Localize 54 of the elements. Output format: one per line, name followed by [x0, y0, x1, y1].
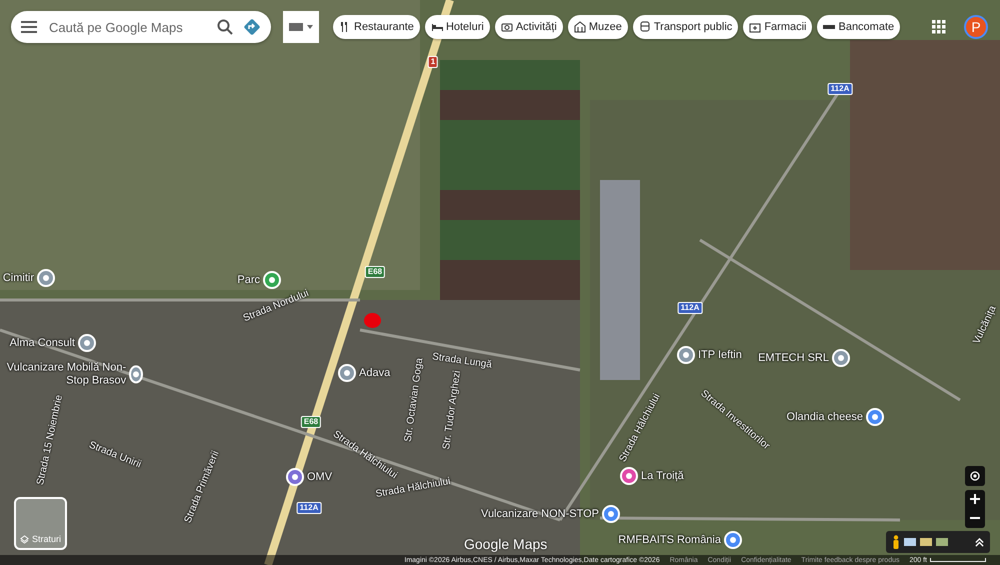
place-label[interactable]: RMFBAITS România	[618, 534, 721, 546]
place-label[interactable]: Olandia cheese	[786, 410, 863, 424]
pharmacy-icon	[749, 21, 762, 33]
plus-icon	[970, 494, 980, 504]
street-label: Strada Lungă	[432, 351, 492, 371]
place-label[interactable]: EMTECH SRL	[758, 352, 829, 364]
place-label[interactable]: Cimitir	[2, 272, 34, 284]
street-label: Strada Unirii	[87, 440, 143, 470]
category-chip[interactable]: Transport public	[632, 15, 738, 39]
camera-icon	[500, 21, 513, 33]
menu-icon[interactable]	[21, 21, 37, 33]
place-label[interactable]: Vulcanizare NON-STOP	[481, 508, 599, 520]
museum-icon	[574, 21, 586, 33]
expand-icon[interactable]	[975, 538, 984, 546]
place-label[interactable]: Alma Consult	[10, 336, 75, 350]
pegman-icon[interactable]	[892, 535, 900, 549]
layers-label: Straturi	[32, 534, 61, 544]
map-thumbnail[interactable]	[936, 538, 948, 546]
street-label: Str. Tudor Arghezi	[441, 370, 463, 450]
place-label[interactable]: OMV	[307, 470, 332, 484]
street-label: Str. Octavian Goga	[402, 357, 426, 443]
search-icon[interactable]	[217, 19, 233, 35]
route-shield: E68	[364, 266, 386, 278]
category-chip[interactable]: Activități	[494, 15, 563, 39]
locate-icon	[969, 470, 981, 482]
map-thumbnail[interactable]	[904, 538, 916, 546]
place-label[interactable]: Vulcanizare Mobilă Non-Stop Brasov	[0, 361, 126, 387]
map-thumbnail[interactable]	[920, 538, 932, 546]
category-chip[interactable]: Bancomate	[817, 15, 900, 39]
category-chip[interactable]: Restaurante	[333, 15, 420, 39]
layers-button[interactable]: Straturi	[14, 497, 67, 550]
map-logo: Google Maps	[464, 536, 548, 552]
route-shield: 112A	[296, 502, 322, 514]
place-label[interactable]: ITP Ieftin	[698, 348, 742, 362]
place-label[interactable]: Adava	[359, 366, 390, 380]
my-location-button[interactable]	[965, 466, 985, 486]
layers-icon	[20, 535, 29, 544]
route-shield: 112A	[678, 302, 702, 314]
category-chip[interactable]: Farmacii	[743, 15, 812, 39]
map-type-button[interactable]	[283, 11, 319, 43]
scale-bar	[930, 558, 986, 562]
street-label: Strada 15 Noiembrie	[35, 394, 65, 486]
category-chip[interactable]: Hoteluri	[424, 15, 490, 39]
route-shield: 112A	[828, 83, 852, 95]
bed-icon	[430, 21, 443, 33]
route-shield: 1	[428, 56, 438, 68]
place-label[interactable]: Parc	[237, 274, 260, 286]
category-chip[interactable]: Muzee	[568, 15, 628, 39]
search-field[interactable]: Caută pe Google Maps	[11, 11, 271, 43]
search-input[interactable]: Caută pe Google Maps	[47, 18, 207, 36]
caret-icon	[307, 25, 313, 29]
apps-icon[interactable]	[932, 20, 946, 34]
place-label[interactable]: La Troiță	[641, 470, 684, 482]
route-shield: E68	[300, 416, 322, 428]
